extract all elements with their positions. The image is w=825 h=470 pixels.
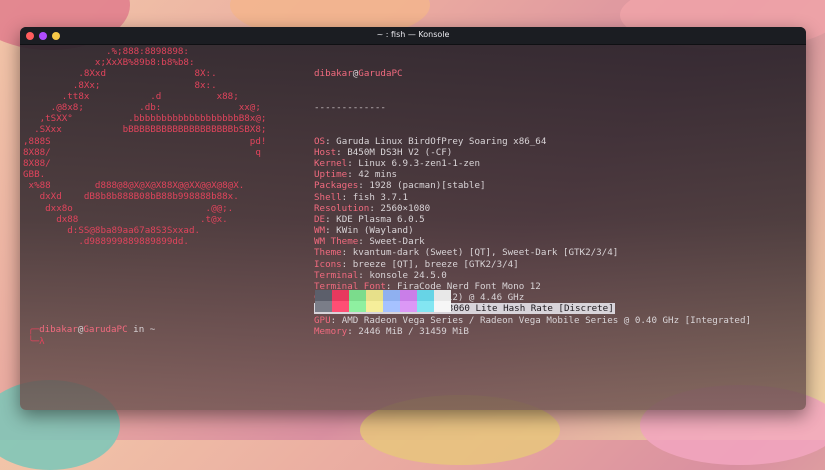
- info-key: Shell: [314, 191, 342, 203]
- logo-line: .%;888:8898898:: [23, 46, 189, 57]
- info-row-terminal: Terminal: konsole 24.5.0: [314, 269, 447, 281]
- info-row-uptime: Uptime: 42 mins: [314, 169, 398, 181]
- color-swatch: [434, 290, 451, 312]
- info-row-de: DE: KDE Plasma 6.0.5: [314, 213, 425, 225]
- info-row-gpu: GPU: AMD Radeon Vega Series / Radeon Veg…: [314, 314, 752, 326]
- info-value: breeze [QT], breeze [GTK2/3/4]: [352, 258, 519, 270]
- info-value: B450M DS3H V2 (-CF): [347, 146, 453, 158]
- logo-line: x;XxXB%89b8:b8%b8:: [23, 57, 195, 69]
- info-row-packages: Packages: 1928 (pacman)[stable]: [314, 180, 486, 192]
- info-value: kvantum-dark (Sweet) [QT], Sweet-Dark [G…: [352, 247, 619, 259]
- info-value: AMD Radeon Vega Series / Radeon Vega Mob…: [341, 314, 752, 326]
- info-key: WM: [314, 225, 326, 237]
- info-row-kernel: Kernel: Linux 6.9.3-zen1-1-zen: [314, 157, 480, 169]
- prompt-user: dibakar: [39, 324, 78, 335]
- info-key: Memory: [314, 325, 348, 337]
- info-value: KWin (Wayland): [336, 225, 414, 237]
- info-key: GPU: [314, 314, 331, 326]
- window-titlebar[interactable]: ~ : fish — Konsole: [20, 27, 806, 45]
- konsole-window[interactable]: ~ : fish — Konsole .%;888:8898898: x;XxX…: [20, 27, 806, 410]
- info-key: Host: [314, 146, 337, 158]
- info-row-host: Host: B450M DS3H V2 (-CF): [314, 146, 453, 158]
- prompt-corner: ╭─: [28, 324, 40, 335]
- info-key: Resolution: [314, 202, 370, 214]
- logo-line: .8Xxd 8X:.: [23, 68, 217, 80]
- host-name: GarudaPC: [358, 68, 403, 80]
- fastfetch-info: dibakar@GarudaPC ------------- OS: Garud…: [314, 46, 751, 359]
- prompt-suffix: in ~: [127, 324, 156, 335]
- separator: -------------: [314, 102, 386, 113]
- logo-line: ,tSXX° .bbbbbbbbbbbbbbbbbbbB8x@;: [23, 113, 267, 125]
- separator-line: -------------: [314, 102, 751, 113]
- logo-line: dxXd dB8b8b888B08bB88b998888b88x.: [23, 191, 239, 203]
- shell-prompt[interactable]: ╭─dibakar@GarudaPC in ~: [28, 324, 155, 335]
- user-name: dibakar: [314, 68, 353, 80]
- info-row-theme: Theme: kvantum-dark (Sweet) [QT], Sweet-…: [314, 247, 619, 259]
- color-swatch: [332, 290, 349, 312]
- info-value: 42 mins: [358, 169, 398, 181]
- color-swatch: [366, 290, 383, 312]
- info-row-shell: Shell: fish 3.7.1: [314, 191, 409, 203]
- distro-logo-ascii: .%;888:8898898: x;XxXB%89b8:b8%b8: .8Xxd…: [23, 46, 266, 247]
- logo-line: 8X88/ q: [23, 146, 261, 158]
- info-key: Uptime: [314, 169, 348, 181]
- info-value: fish 3.7.1: [352, 191, 409, 203]
- info-row-icons: Icons: breeze [QT], breeze [GTK2/3/4]: [314, 258, 519, 270]
- logo-line: .tt8x .d x88;: [23, 90, 239, 102]
- info-value: 1928 (pacman)[stable]: [369, 180, 486, 192]
- color-swatch: [383, 290, 400, 312]
- color-swatch: [400, 290, 417, 312]
- info-key: Kernel: [314, 157, 348, 169]
- logo-line: x%88 d888@8@X@X@X88X@@XX@@X@8@X.: [23, 180, 245, 192]
- logo-line: .8Xx; 8x:.: [23, 79, 217, 91]
- prompt-input-line[interactable]: ╰─λ: [28, 336, 45, 347]
- info-key: Icons: [314, 258, 342, 270]
- info-key: DE: [314, 213, 326, 225]
- info-key: WM Theme: [314, 236, 359, 248]
- color-swatch: [417, 290, 434, 312]
- info-value: konsole 24.5.0: [369, 269, 447, 281]
- info-row-memory: Memory: 2446 MiB / 31459 MiB: [314, 325, 469, 337]
- logo-line: .d988999889889899dd.: [23, 236, 189, 248]
- info-value: Linux 6.9.3-zen1-1-zen: [358, 157, 480, 169]
- color-swatch: [349, 290, 366, 312]
- logo-line: ,888S pd!: [23, 135, 267, 147]
- logo-line: dxx8o .@@;.: [23, 202, 234, 214]
- info-row-resolution: Resolution: 2560×1080: [314, 202, 431, 214]
- window-title: ~ : fish — Konsole: [376, 30, 450, 39]
- info-value: 2560×1080: [380, 202, 431, 214]
- info-key: Terminal: [314, 269, 359, 281]
- logo-line: GBB.: [23, 169, 46, 181]
- terminal-area[interactable]: .%;888:8898898: x;XxXB%89b8:b8%b8: .8Xxd…: [20, 45, 806, 410]
- info-value: 2446 MiB / 31459 MiB: [358, 325, 469, 337]
- info-row-os: OS: Garuda Linux BirdOfPrey Soaring x86_…: [314, 135, 547, 147]
- info-value: Sweet-Dark: [369, 236, 425, 248]
- user-host-line: dibakar@GarudaPC: [314, 68, 751, 79]
- logo-line: 8X88/: [23, 157, 51, 169]
- info-value: Garuda Linux BirdOfPrey Soaring x86_64: [336, 135, 547, 147]
- color-palette: [315, 290, 451, 312]
- prompt-host: GarudaPC: [83, 324, 128, 335]
- color-swatch: [315, 290, 332, 312]
- logo-line: d:SS@8ba89aa67a8S3Sxxad.: [23, 225, 201, 236]
- logo-line: .@8x8; .db: xx@;: [23, 101, 261, 113]
- info-row-wm: WM: KWin (Wayland): [314, 225, 414, 237]
- info-row-wm-theme: WM Theme: Sweet-Dark: [314, 236, 425, 248]
- info-key: OS: [314, 135, 326, 147]
- info-value: KDE Plasma 6.0.5: [336, 213, 425, 225]
- info-key: Theme: [314, 247, 342, 259]
- logo-line: dx88 .t@x.: [23, 213, 228, 225]
- info-key: Packages: [314, 180, 359, 192]
- logo-line: .SXxx bBBBBBBBBBBBBBBBBBBBbSBX8;: [23, 124, 267, 136]
